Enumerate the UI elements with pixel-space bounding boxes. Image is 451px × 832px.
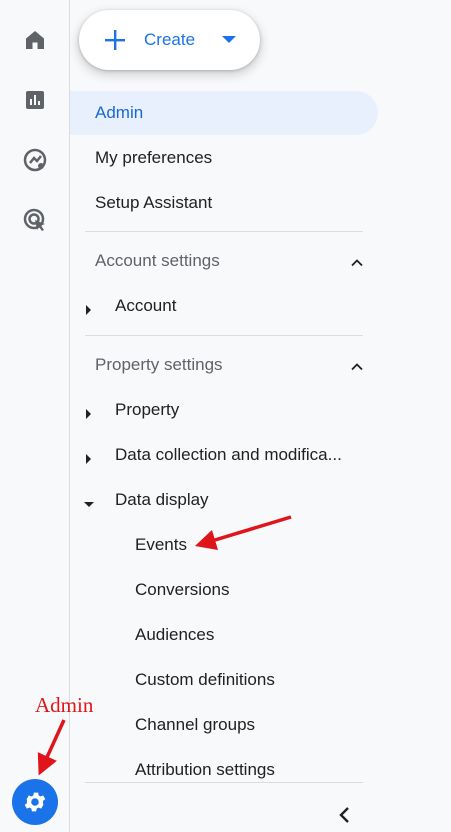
reports-icon[interactable] (18, 83, 52, 117)
nav-setup-assistant-label: Setup Assistant (95, 193, 213, 212)
annotation-label: Admin (35, 693, 94, 717)
collapse-arrow-icon (84, 502, 94, 507)
sub-item-events[interactable]: Events (135, 535, 187, 555)
tree-item-label: Data collection and modifica... (115, 445, 342, 464)
expand-arrow-icon (86, 409, 91, 419)
sub-item-attribution-settings[interactable]: Attribution settings (135, 760, 275, 780)
explore-icon[interactable] (18, 143, 52, 177)
tree-item-account[interactable]: Account (70, 296, 370, 336)
create-button[interactable]: Create (79, 10, 260, 70)
caret-down-icon[interactable] (222, 36, 236, 43)
chevron-up-icon (351, 259, 363, 267)
tree-item-data-collection[interactable]: Data collection and modifica... (70, 445, 370, 485)
expand-arrow-icon (86, 305, 91, 315)
home-icon[interactable] (18, 23, 52, 57)
tree-item-data-display[interactable]: Data display (70, 490, 370, 530)
nav-setup-assistant[interactable]: Setup Assistant (70, 181, 378, 225)
advertising-icon[interactable] (18, 203, 52, 237)
divider (85, 231, 363, 232)
tree-item-property[interactable]: Property (70, 400, 370, 440)
chevron-up-icon (351, 363, 363, 371)
nav-admin-label: Admin (95, 103, 144, 122)
sub-item-audiences[interactable]: Audiences (135, 625, 214, 645)
sub-item-conversions[interactable]: Conversions (135, 580, 230, 600)
gear-icon (24, 792, 46, 812)
admin-settings-button[interactable] (12, 779, 58, 825)
scroll-clip: Attribution settings (70, 757, 370, 782)
account-settings-header[interactable]: Account settings (95, 251, 365, 281)
nav-admin[interactable]: Admin (70, 91, 378, 135)
sub-item-channel-groups[interactable]: Channel groups (135, 715, 255, 735)
tree-item-label: Data display (115, 490, 209, 509)
chevron-left-icon[interactable] (333, 803, 357, 827)
nav-my-preferences-label: My preferences (95, 148, 213, 167)
tree-item-label: Account (115, 296, 177, 315)
create-label: Create (144, 30, 196, 49)
divider (85, 782, 363, 783)
expand-arrow-icon (86, 454, 91, 464)
nav-my-preferences[interactable]: My preferences (70, 136, 378, 180)
divider (85, 335, 363, 336)
plus-icon (105, 30, 125, 50)
sub-item-custom-definitions[interactable]: Custom definitions (135, 670, 275, 690)
account-settings-label: Account settings (95, 251, 220, 270)
admin-nav-panel: Create Admin My preferences Setup Assist… (70, 0, 451, 832)
property-settings-header[interactable]: Property settings (95, 355, 365, 385)
tree-item-label: Property (115, 400, 180, 419)
property-settings-label: Property settings (95, 355, 223, 374)
